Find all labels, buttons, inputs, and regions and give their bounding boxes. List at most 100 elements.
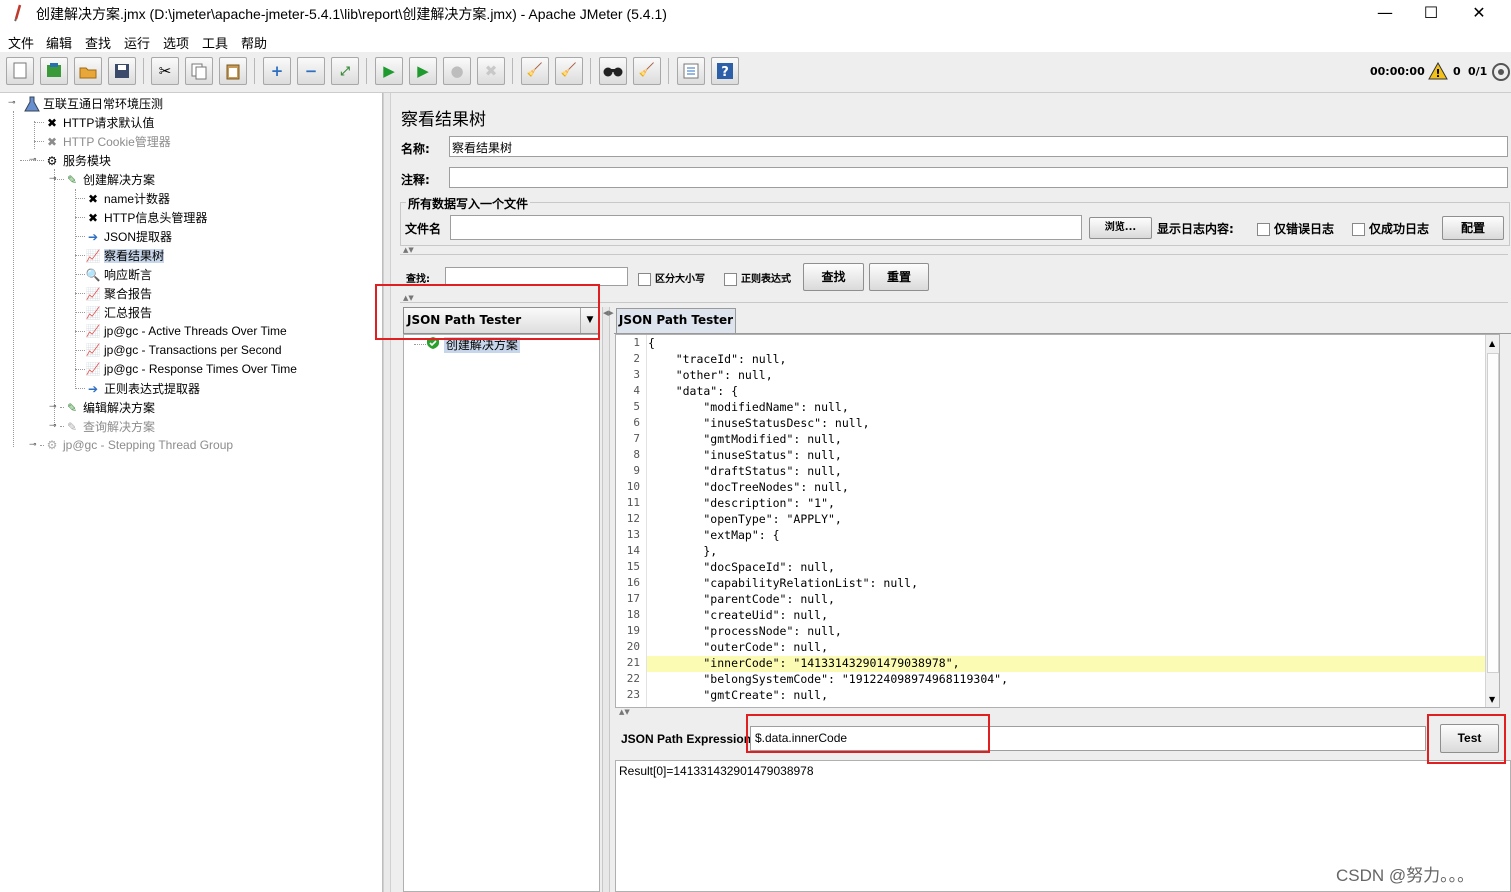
tree-node-test-plan[interactable]: 互联互通日常环境压测 bbox=[24, 95, 163, 114]
clear-icon[interactable]: 🧹 bbox=[521, 57, 549, 85]
listener-chart-icon: 📈 bbox=[85, 286, 101, 301]
menu-run[interactable]: 运行 bbox=[124, 33, 150, 52]
help-icon[interactable]: ? bbox=[711, 57, 739, 85]
tree-node-service-module[interactable]: ⚙ 服务模块 bbox=[44, 152, 111, 171]
extractor-arrow-icon: ➔ bbox=[87, 229, 99, 244]
expand-toggle-icon[interactable]: ⊸ bbox=[29, 440, 37, 450]
line-number: 14 bbox=[626, 544, 640, 557]
code-line: "gmtCreate": null, bbox=[648, 688, 829, 702]
tree-node-query-solution[interactable]: ✎ 查询解决方案 bbox=[64, 418, 155, 437]
find-button[interactable]: 查找 bbox=[803, 263, 864, 291]
menu-options[interactable]: 选项 bbox=[163, 33, 189, 52]
copy-icon[interactable] bbox=[185, 57, 213, 85]
reset-button[interactable]: 重置 bbox=[869, 263, 929, 291]
shutdown-icon[interactable]: ✖ bbox=[477, 57, 505, 85]
stop-icon[interactable]: ● bbox=[443, 57, 471, 85]
tree-node-create-solution[interactable]: ✎ 创建解决方案 bbox=[64, 171, 155, 190]
scroll-up-icon[interactable]: ▲ bbox=[1489, 339, 1495, 348]
tree-node-view-results-tree[interactable]: 📈 察看结果树 bbox=[85, 247, 165, 266]
json-path-expression-label: JSON Path Expression bbox=[621, 732, 752, 746]
split-arrows-icon[interactable]: ▲▼ bbox=[403, 246, 414, 254]
tree-node-http-defaults[interactable]: ✖ HTTP请求默认值 bbox=[44, 114, 154, 133]
scroll-down-icon[interactable]: ▼ bbox=[1489, 695, 1495, 704]
expand-icon[interactable]: + bbox=[263, 57, 291, 85]
search-label: 查找: bbox=[406, 274, 430, 285]
collapse-toggle-icon[interactable]: ⊸ bbox=[49, 174, 57, 184]
wrench-icon: ✖ bbox=[46, 115, 58, 130]
line-number: 17 bbox=[626, 592, 640, 605]
start-no-pause-icon[interactable]: ▶ bbox=[409, 57, 437, 85]
scroll-thumb[interactable] bbox=[1487, 353, 1499, 673]
toggle-icon[interactable]: ⤢ bbox=[331, 57, 359, 85]
clear-all-icon[interactable]: 🧹 bbox=[555, 57, 583, 85]
function-helper-icon[interactable] bbox=[677, 57, 705, 85]
code-line: }, bbox=[648, 544, 718, 558]
tree-node-response-times[interactable]: 📈 jp@gc - Response Times Over Time bbox=[85, 361, 297, 380]
browse-button[interactable]: 浏览... bbox=[1089, 217, 1152, 239]
collapse-icon[interactable]: − bbox=[297, 57, 325, 85]
warning-icon[interactable]: ! bbox=[1428, 61, 1448, 83]
tree-node-response-assertion[interactable]: 🔍 响应断言 bbox=[85, 266, 153, 285]
paste-icon[interactable] bbox=[219, 57, 247, 85]
tree-node-tps[interactable]: 📈 jp@gc - Transactions per Second bbox=[85, 342, 282, 361]
code-line: "traceId": null, bbox=[648, 352, 787, 366]
warning-count: 0 bbox=[1453, 65, 1461, 78]
tree-node-json-extractor[interactable]: ➔ JSON提取器 bbox=[85, 228, 172, 247]
configure-button[interactable]: 配置 bbox=[1442, 216, 1504, 240]
tree-node-active-threads[interactable]: 📈 jp@gc - Active Threads Over Time bbox=[85, 323, 287, 342]
menu-file[interactable]: 文件 bbox=[8, 33, 34, 52]
tree-splitter[interactable] bbox=[383, 93, 391, 892]
name-field[interactable]: 察看结果树 bbox=[449, 136, 1508, 157]
maximize-button[interactable]: ☐ bbox=[1408, 0, 1454, 28]
start-icon[interactable]: ▶ bbox=[375, 57, 403, 85]
line-number: 6 bbox=[633, 416, 640, 429]
filename-field[interactable] bbox=[450, 215, 1082, 240]
expand-toggle-icon[interactable]: ⊸ bbox=[49, 402, 57, 412]
save-icon[interactable] bbox=[108, 57, 136, 85]
line-number: 2 bbox=[633, 352, 640, 365]
code-line: "createUid": null, bbox=[648, 608, 829, 622]
success-only-checkbox[interactable]: 仅成功日志 bbox=[1352, 220, 1429, 237]
tree-node-cookie-manager[interactable]: ✖ HTTP Cookie管理器 bbox=[44, 133, 171, 152]
line-number: 23 bbox=[626, 688, 640, 701]
templates-icon[interactable] bbox=[40, 57, 68, 85]
menu-tools[interactable]: 工具 bbox=[202, 33, 228, 52]
menu-help[interactable]: 帮助 bbox=[241, 33, 267, 52]
reset-search-icon[interactable]: 🧹 bbox=[633, 57, 661, 85]
split-arrows-icon[interactable]: ▲▼ bbox=[619, 708, 630, 716]
line-number: 16 bbox=[626, 576, 640, 589]
case-sensitive-checkbox[interactable]: 区分大小写 bbox=[638, 270, 705, 286]
search-icon[interactable] bbox=[599, 57, 627, 85]
close-button[interactable]: ✕ bbox=[1456, 0, 1502, 28]
line-number: 1 bbox=[633, 336, 640, 349]
results-splitter[interactable]: ◀▶ bbox=[602, 307, 614, 892]
sampler-pen-icon: ✎ bbox=[66, 419, 78, 434]
collapse-toggle-icon[interactable]: ⊸ bbox=[8, 98, 16, 108]
code-line: "openType": "APPLY", bbox=[648, 512, 842, 526]
tree-node-summary-report[interactable]: 📈 汇总报告 bbox=[85, 304, 153, 323]
expand-toggle-icon[interactable]: ⊸ bbox=[49, 421, 57, 431]
tree-node-name-counter[interactable]: ✖ name计数器 bbox=[85, 190, 170, 209]
wrench-icon: ✖ bbox=[46, 134, 58, 149]
minimize-button[interactable]: — bbox=[1362, 0, 1408, 28]
new-icon[interactable] bbox=[6, 57, 34, 85]
tree-node-regex-extractor[interactable]: ➔ 正则表达式提取器 bbox=[85, 380, 200, 399]
cut-icon[interactable]: ✂ bbox=[151, 57, 179, 85]
regex-checkbox[interactable]: 正则表达式 bbox=[724, 270, 791, 286]
code-line: { bbox=[648, 336, 655, 350]
tree-node-aggregate-report[interactable]: 📈 聚合报告 bbox=[85, 285, 153, 304]
menu-search[interactable]: 查找 bbox=[85, 33, 111, 52]
tree-node-header-manager[interactable]: ✖ HTTP信息头管理器 bbox=[85, 209, 207, 228]
errors-only-checkbox[interactable]: 仅错误日志 bbox=[1257, 220, 1334, 237]
tree-node-stepping-group[interactable]: ⚙ jp@gc - Stepping Thread Group bbox=[44, 437, 233, 456]
menu-edit[interactable]: 编辑 bbox=[46, 33, 72, 52]
test-plan-icon bbox=[24, 96, 40, 112]
tab-json-path-tester[interactable]: JSON Path Tester bbox=[616, 308, 736, 333]
open-icon[interactable] bbox=[74, 57, 102, 85]
comment-field[interactable] bbox=[449, 167, 1508, 188]
line-number: 19 bbox=[626, 624, 640, 637]
json-response-editor[interactable]: 1 {2 "traceId": null, 3 "other": null, 4 "d… bbox=[615, 334, 1500, 708]
tree-node-edit-solution[interactable]: ✎ 编辑解决方案 bbox=[64, 399, 155, 418]
editor-scrollbar[interactable]: ▲ ▼ bbox=[1485, 335, 1499, 707]
collapse-toggle-icon[interactable]: ⊸ bbox=[29, 155, 37, 165]
